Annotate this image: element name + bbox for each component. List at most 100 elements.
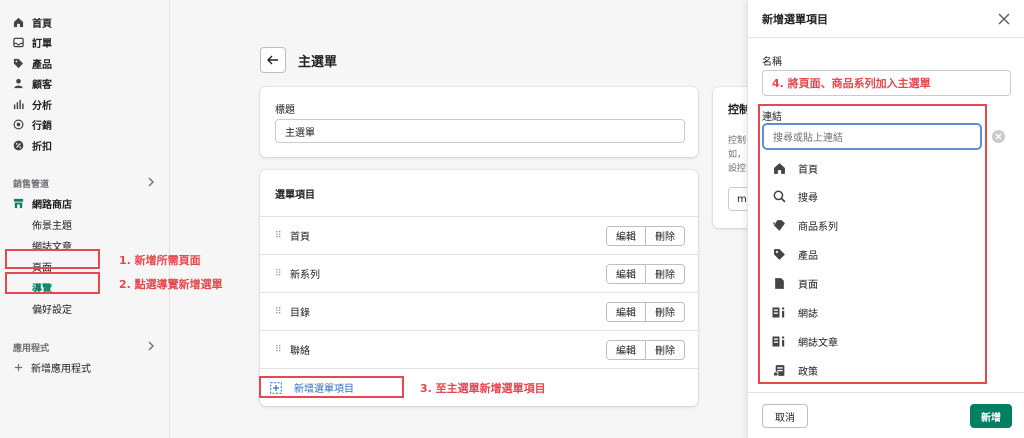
sidebar-item-home[interactable]: 首頁 <box>0 12 169 33</box>
title-field-label: 標題 <box>275 105 295 116</box>
sidebar-item-online-store[interactable]: 網路商店 <box>0 194 169 215</box>
link-option-policies[interactable]: 政策 <box>772 363 818 378</box>
delete-button[interactable]: 刪除 <box>645 226 684 245</box>
link-option-pages[interactable]: 頁面 <box>772 276 818 291</box>
policy-icon <box>772 364 786 378</box>
link-label: 連結 <box>762 112 782 123</box>
sidebar-item-label: 網路商店 <box>32 200 72 212</box>
sidebar-item-label: 折扣 <box>32 141 52 153</box>
sidebar-sub-preferences[interactable]: 偏好設定 <box>0 298 169 319</box>
home-icon <box>13 17 24 28</box>
title-input[interactable]: 主選單 <box>275 119 685 143</box>
sidebar-item-customers[interactable]: 顧客 <box>0 74 169 95</box>
row-actions: 編輯 刪除 <box>606 301 685 322</box>
menu-row[interactable]: ⠿ 新系列 編輯 刪除 <box>260 254 698 292</box>
side-card-text-1: 如， <box>728 150 747 160</box>
link-option-label: 搜尋 <box>798 193 818 204</box>
orders-icon <box>13 37 24 48</box>
add-app-label: 新增應用程式 <box>31 363 91 375</box>
link-option-search[interactable]: 搜尋 <box>772 189 818 204</box>
sidebar-item-label: 顧客 <box>32 80 52 92</box>
add-button[interactable]: 新增 <box>970 404 1012 428</box>
sidebar-item-marketing[interactable]: 行銷 <box>0 115 169 136</box>
arrow-left-icon <box>267 55 279 65</box>
annotation-step3: 3. 至主選單新增選單項目 <box>420 382 546 395</box>
menu-row-label: 新系列 <box>290 270 320 281</box>
drag-handle-icon[interactable]: ⠿ <box>275 269 289 279</box>
edit-button[interactable]: 編輯 <box>607 302 645 321</box>
page-title: 主選單 <box>298 55 338 70</box>
link-option-label: 頁面 <box>798 280 818 291</box>
blog-icon <box>772 306 786 320</box>
annotation-box-add-item <box>259 376 404 398</box>
clear-input-icon[interactable] <box>991 129 1006 144</box>
link-option-label: 網誌 <box>798 309 818 320</box>
tag-icon <box>13 58 24 69</box>
sidebar-item-orders[interactable]: 訂單 <box>0 33 169 54</box>
menu-row[interactable]: ⠿ 目錄 編輯 刪除 <box>260 292 698 330</box>
drag-handle-icon[interactable]: ⠿ <box>275 307 289 317</box>
sidebar-sub-themes[interactable]: 佈景主題 <box>0 214 169 235</box>
menu-items-card: 選單項目 ⠿ 首頁 編輯 刪除 ⠿ 新系列 編輯 刪除 ⠿ 目錄 編輯 刪除 ⠿… <box>260 170 698 406</box>
search-icon <box>772 190 786 204</box>
sidebar-item-label: 訂單 <box>32 39 52 51</box>
menu-row[interactable]: ⠿ 聯絡 編輯 刪除 <box>260 330 698 368</box>
edit-button[interactable]: 編輯 <box>607 226 645 245</box>
link-option-label: 網誌文章 <box>798 338 838 349</box>
row-actions: 編輯 刪除 <box>606 263 685 284</box>
apps-header[interactable]: 應用程式 <box>0 337 169 357</box>
bar-chart-icon <box>13 99 24 110</box>
title-card: 標題 主選單 <box>260 87 698 157</box>
person-icon <box>13 78 24 89</box>
title-input-value: 主選單 <box>285 127 315 139</box>
menu-row[interactable]: ⠿ 首頁 編輯 刪除 <box>260 216 698 254</box>
add-menu-item-panel: 新增選單項目 名稱 4. 將頁面、商品系列加入主選單 連結 搜尋或貼上連結 首頁… <box>747 0 1024 438</box>
link-option-home[interactable]: 首頁 <box>772 161 818 176</box>
sales-channels-label: 銷售管道 <box>13 180 50 190</box>
sidebar-item-label: 分析 <box>32 100 52 112</box>
sidebar-item-label: 行銷 <box>32 121 52 133</box>
target-icon <box>13 119 24 130</box>
link-option-products[interactable]: 產品 <box>772 247 818 262</box>
link-option-label: 產品 <box>798 251 818 262</box>
link-option-collections[interactable]: 商品系列 <box>772 218 838 233</box>
drag-handle-icon[interactable]: ⠿ <box>275 345 289 355</box>
link-option-label: 政策 <box>798 367 818 378</box>
back-button[interactable] <box>260 47 286 73</box>
link-option-label: 首頁 <box>798 165 818 176</box>
name-label: 名稱 <box>762 57 782 68</box>
annotation-box-navigation <box>5 272 100 294</box>
menu-row-divider <box>260 368 698 369</box>
name-input[interactable]: 4. 將頁面、商品系列加入主選單 <box>762 70 1011 96</box>
edit-button[interactable]: 編輯 <box>607 264 645 283</box>
annotation-box-pages <box>5 249 100 269</box>
link-option-blog-posts[interactable]: 網誌文章 <box>772 334 838 349</box>
delete-button[interactable]: 刪除 <box>645 302 684 321</box>
link-option-blogs[interactable]: 網誌 <box>772 305 818 320</box>
sidebar-item-products[interactable]: 產品 <box>0 53 169 74</box>
link-search-input[interactable]: 搜尋或貼上連結 <box>762 123 982 150</box>
drag-handle-icon[interactable]: ⠿ <box>275 231 289 241</box>
menu-row-label: 目錄 <box>290 308 310 319</box>
close-icon[interactable] <box>998 13 1010 25</box>
panel-title: 新增選單項目 <box>762 12 828 26</box>
cancel-button[interactable]: 取消 <box>762 404 808 428</box>
sidebar-item-analytics[interactable]: 分析 <box>0 94 169 115</box>
blog-post-icon <box>772 335 786 349</box>
row-actions: 編輯 刪除 <box>606 339 685 360</box>
add-app-link[interactable]: 新增應用程式 <box>0 357 169 377</box>
menu-row-label: 首頁 <box>290 232 310 243</box>
page-icon <box>772 277 786 291</box>
side-card-text-0: 控制 <box>728 136 747 146</box>
panel-header: 新增選單項目 <box>748 0 1024 38</box>
discount-icon <box>13 140 24 151</box>
sidebar-item-discounts[interactable]: 折扣 <box>0 135 169 156</box>
edit-button[interactable]: 編輯 <box>607 340 645 359</box>
sidebar-item-label: 產品 <box>32 59 52 71</box>
annotation-step4: 4. 將頁面、商品系列加入主選單 <box>772 77 931 90</box>
delete-button[interactable]: 刪除 <box>645 340 684 359</box>
sales-channels-header[interactable]: 銷售管道 <box>0 174 169 194</box>
plus-icon <box>14 363 23 372</box>
delete-button[interactable]: 刪除 <box>645 264 684 283</box>
chevron-right-icon <box>147 341 155 354</box>
